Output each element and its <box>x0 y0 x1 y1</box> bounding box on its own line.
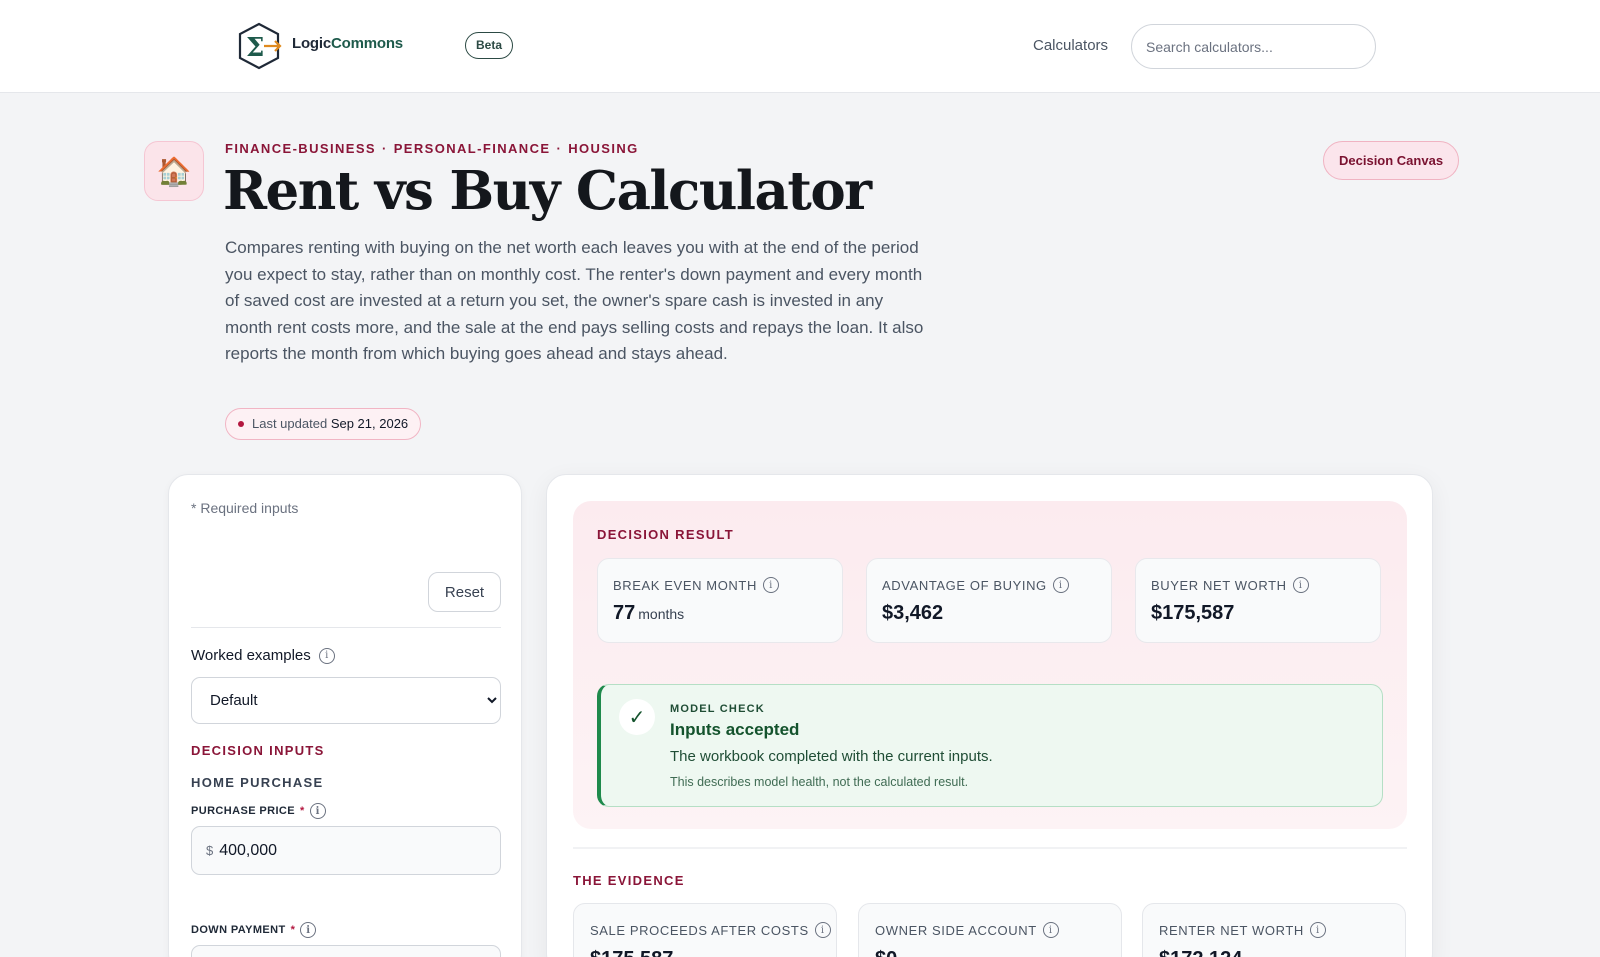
metric-buyer-net-worth: BUYER NET WORTH i $175,587 <box>1135 558 1381 643</box>
beta-badge: Beta <box>465 32 514 59</box>
required-inputs-note: * Required inputs <box>191 500 299 516</box>
last-updated-badge: Last updated Sep 21, 2026 <box>225 408 422 440</box>
inputs-panel: * Required inputs Reset Worked examples … <box>168 474 522 957</box>
brand-part-1: Logic <box>292 35 331 52</box>
evidence-label-text: RENTER NET WORTH <box>1159 922 1304 938</box>
breadcrumb-separator: · <box>381 141 388 156</box>
evidence-label: OWNER SIDE ACCOUNT i <box>875 922 1059 938</box>
divider <box>191 627 501 628</box>
metric-advantage-of-buying: ADVANTAGE OF BUYING i $3,462 <box>866 558 1112 643</box>
model-check-body: The workbook completed with the current … <box>670 748 993 765</box>
logo-icon[interactable]: Σ <box>236 22 282 70</box>
page-description: Compares renting with buying on the net … <box>225 238 924 364</box>
decision-result-section: DECISION RESULT BREAK EVEN MONTH i 77 mont… <box>573 501 1407 829</box>
decision-result-heading: DECISION RESULT <box>597 527 734 542</box>
evidence-value: $172,124 <box>1159 948 1242 957</box>
decision-inputs-heading: DECISION INPUTS <box>191 743 325 758</box>
brand-name[interactable]: LogicCommons <box>292 35 403 52</box>
last-updated-label: Last updated <box>252 416 328 431</box>
down-payment-field[interactable] <box>191 945 501 957</box>
metric-value: $3,462 <box>882 602 944 624</box>
breadcrumb: FINANCE-BUSINESS · PERSONAL-FINANCE · HOUSIN… <box>225 141 639 156</box>
svg-text:Σ: Σ <box>246 33 264 63</box>
info-icon[interactable]: i <box>300 922 317 938</box>
down-payment-label: DOWN PAYMENT * i <box>191 922 317 938</box>
metric-label-text: BREAK EVEN MONTH <box>613 577 757 593</box>
divider <box>573 847 1407 849</box>
evidence-heading: THE EVIDENCE <box>573 873 685 888</box>
purchase-price-label: PURCHASE PRICE * i <box>191 803 326 819</box>
home-purchase-heading: HOME PURCHASE <box>191 775 324 790</box>
metric-label-text: ADVANTAGE OF BUYING <box>882 577 1047 593</box>
nav-calculators-link[interactable]: Calculators <box>1033 37 1108 54</box>
info-icon[interactable]: i <box>1292 577 1309 593</box>
metric-label: BUYER NET WORTH i <box>1151 577 1309 593</box>
worked-examples-label: Worked examples i <box>191 647 335 664</box>
info-icon[interactable]: i <box>1309 922 1326 938</box>
checkmark-icon: ✓ <box>619 699 655 735</box>
results-panel: DECISION RESULT BREAK EVEN MONTH i 77 mont… <box>546 474 1433 957</box>
metric-value: $175,587 <box>1151 602 1235 624</box>
breadcrumb-item-finance-business[interactable]: FINANCE-BUSINESS <box>225 141 376 156</box>
evidence-value: $175,587 <box>590 948 673 957</box>
metric-unit: months <box>638 606 685 622</box>
evidence-label-text: SALE PROCEEDS AFTER COSTS <box>590 922 809 938</box>
breadcrumb-item-personal-finance[interactable]: PERSONAL-FINANCE <box>394 141 551 156</box>
down-payment-label-text: DOWN PAYMENT <box>191 924 286 936</box>
worked-examples-text: Worked examples <box>191 647 311 664</box>
decision-canvas-button[interactable]: Decision Canvas <box>1323 141 1460 180</box>
evidence-label-text: OWNER SIDE ACCOUNT <box>875 922 1037 938</box>
purchase-price-label-text: PURCHASE PRICE <box>191 805 296 817</box>
evidence-label: SALE PROCEEDS AFTER COSTS i <box>590 922 831 938</box>
evidence-label: RENTER NET WORTH i <box>1159 922 1326 938</box>
status-dot-icon <box>238 421 244 427</box>
info-icon[interactable]: i <box>318 647 335 664</box>
model-check-card: ✓ MODEL CHECK Inputs accepted The workbo… <box>597 684 1383 807</box>
model-check-title: Inputs accepted <box>670 720 800 739</box>
info-icon[interactable]: i <box>1052 577 1069 593</box>
reset-button[interactable]: Reset <box>428 572 501 612</box>
info-icon[interactable]: i <box>762 577 779 593</box>
page-title: Rent vs Buy Calculator <box>223 160 872 222</box>
model-check-kicker: MODEL CHECK <box>670 703 765 715</box>
metric-label-text: BUYER NET WORTH <box>1151 577 1287 593</box>
evidence-value: $0 <box>875 948 897 957</box>
evidence-sale-proceeds: SALE PROCEEDS AFTER COSTS i $175,587 <box>573 903 837 957</box>
worked-examples-select[interactable]: Default <box>191 677 501 724</box>
info-icon[interactable]: i <box>309 803 326 819</box>
evidence-owner-side-account: OWNER SIDE ACCOUNT i $0 <box>858 903 1122 957</box>
brand-part-2: Commons <box>331 35 403 52</box>
top-navigation-bar: Σ LogicCommons Beta Calculators <box>0 0 1600 93</box>
required-star: * <box>290 924 296 936</box>
model-check-note: This describes model health, not the cal… <box>670 775 969 789</box>
metric-label: ADVANTAGE OF BUYING i <box>882 577 1069 593</box>
purchase-price-input[interactable] <box>219 841 470 860</box>
info-icon[interactable]: i <box>814 922 831 938</box>
metric-value-number: 77 <box>613 602 636 624</box>
last-updated-date: Sep 21, 2026 <box>330 416 409 431</box>
purchase-price-field[interactable]: $ <box>191 826 501 875</box>
house-icon: 🏠 <box>144 141 204 201</box>
breadcrumb-item-housing[interactable]: HOUSING <box>568 141 638 156</box>
currency-symbol: $ <box>206 843 214 858</box>
required-star: * <box>300 805 305 817</box>
metric-value: 77 months <box>613 602 684 625</box>
evidence-renter-net-worth: RENTER NET WORTH i $172,124 <box>1142 903 1406 957</box>
search-input[interactable] <box>1131 24 1376 69</box>
info-icon[interactable]: i <box>1042 922 1059 938</box>
metric-break-even-month: BREAK EVEN MONTH i 77 months <box>597 558 843 643</box>
metric-label: BREAK EVEN MONTH i <box>613 577 779 593</box>
breadcrumb-separator: · <box>556 141 563 156</box>
